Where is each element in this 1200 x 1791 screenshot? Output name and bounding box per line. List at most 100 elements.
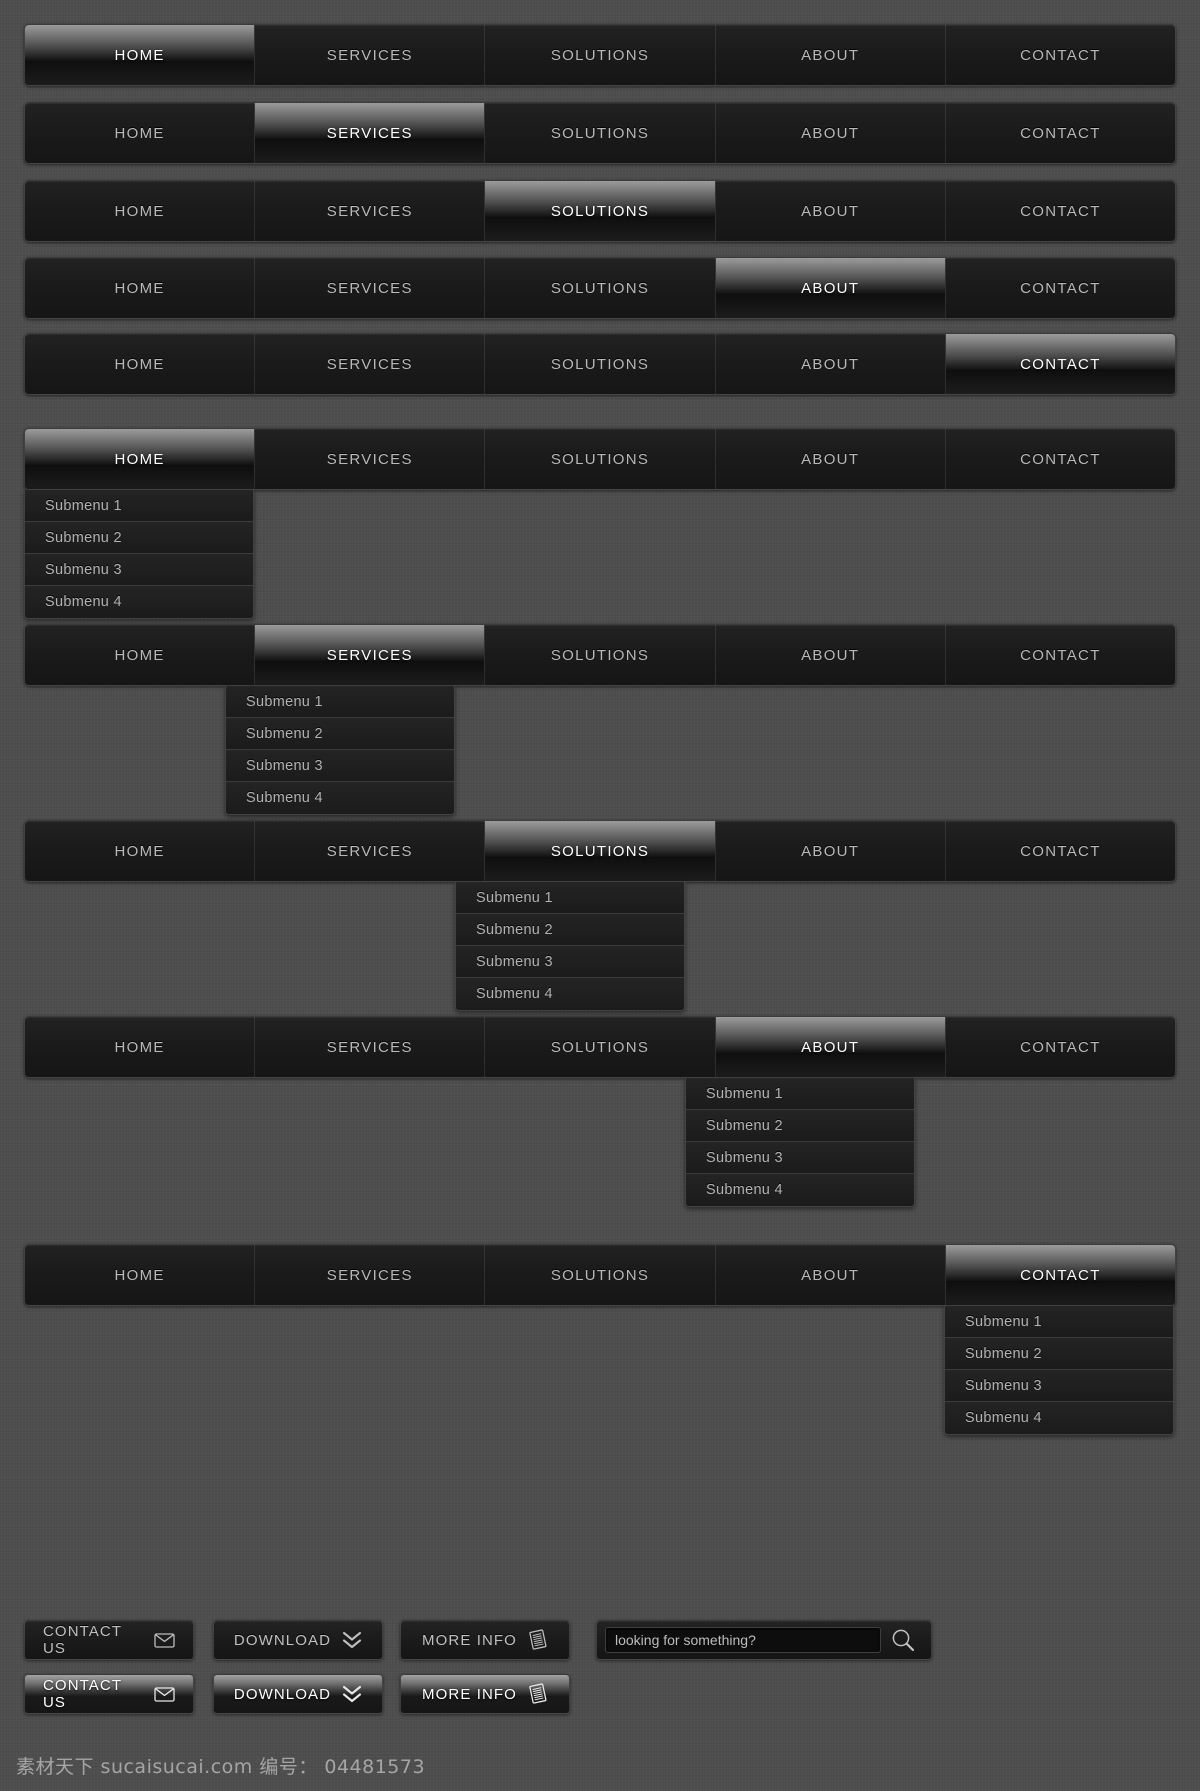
nav-item-home[interactable]: HOME xyxy=(25,25,256,85)
submenu-item[interactable]: Submenu 1 xyxy=(686,1078,914,1110)
contact-us-button[interactable]: CONTACT US xyxy=(24,1620,194,1660)
nav-item-home[interactable]: HOME xyxy=(25,103,256,163)
nav-item-solutions[interactable]: SOLUTIONS xyxy=(485,334,716,394)
nav-item-home[interactable]: HOME xyxy=(25,258,256,318)
nav-bar-row-2: HOME SERVICES SOLUTIONS ABOUT CONTACT xyxy=(24,102,1176,164)
download-button[interactable]: DOWNLOAD xyxy=(213,1620,383,1660)
nav-item-solutions[interactable]: SOLUTIONS xyxy=(485,25,716,85)
submenu-item[interactable]: Submenu 1 xyxy=(945,1306,1173,1338)
nav-item-about[interactable]: ABOUT xyxy=(716,181,946,241)
nav-item-contact[interactable]: CONTACT xyxy=(946,258,1175,318)
submenu-item[interactable]: Submenu 1 xyxy=(456,882,684,914)
nav-item-contact[interactable]: CONTACT xyxy=(946,103,1175,163)
submenu-item[interactable]: Submenu 2 xyxy=(456,914,684,946)
nav-item-solutions[interactable]: SOLUTIONS xyxy=(485,1245,716,1305)
submenu-item[interactable]: Submenu 2 xyxy=(226,718,454,750)
nav-item-label: CONTACT xyxy=(1020,124,1101,142)
nav-item-label: SERVICES xyxy=(326,124,413,142)
nav-item-services[interactable]: SERVICES xyxy=(255,429,486,489)
nav-item-services[interactable]: SERVICES xyxy=(255,625,486,685)
nav-item-home[interactable]: HOME xyxy=(25,1245,256,1305)
submenu-item[interactable]: Submenu 3 xyxy=(686,1142,914,1174)
submenu-item[interactable]: Submenu 2 xyxy=(25,522,253,554)
nav-item-contact[interactable]: CONTACT xyxy=(946,181,1175,241)
nav-item-contact[interactable]: CONTACT xyxy=(946,821,1175,881)
nav-item-services[interactable]: SERVICES xyxy=(255,25,486,85)
submenu-item[interactable]: Submenu 4 xyxy=(25,586,253,618)
nav-item-about[interactable]: ABOUT xyxy=(716,334,946,394)
nav-item-contact[interactable]: CONTACT xyxy=(946,625,1175,685)
navigation-bar: HOME SERVICES SOLUTIONS ABOUT CONTACT xyxy=(24,624,1176,686)
nav-item-services[interactable]: SERVICES xyxy=(255,1245,486,1305)
nav-item-solutions[interactable]: SOLUTIONS xyxy=(485,181,716,241)
submenu-item[interactable]: Submenu 3 xyxy=(945,1370,1173,1402)
nav-item-contact[interactable]: CONTACT xyxy=(946,429,1175,489)
search-button[interactable] xyxy=(881,1625,925,1655)
nav-item-services[interactable]: SERVICES xyxy=(255,258,486,318)
nav-item-home[interactable]: HOME xyxy=(25,821,256,881)
more-info-button-active[interactable]: MORE INFO xyxy=(400,1674,570,1714)
search-input[interactable] xyxy=(605,1627,881,1653)
envelope-icon xyxy=(154,1686,175,1702)
nav-item-services[interactable]: SERVICES xyxy=(255,334,486,394)
nav-item-home[interactable]: HOME xyxy=(25,1017,256,1077)
nav-item-solutions[interactable]: SOLUTIONS xyxy=(485,258,716,318)
nav-item-label: ABOUT xyxy=(801,202,860,220)
nav-item-solutions[interactable]: SOLUTIONS xyxy=(485,429,716,489)
nav-item-about[interactable]: ABOUT xyxy=(715,258,946,318)
nav-item-label: ABOUT xyxy=(801,450,860,468)
more-info-button[interactable]: MORE INFO xyxy=(400,1620,570,1660)
submenu-item[interactable]: Submenu 4 xyxy=(456,978,684,1010)
nav-item-services[interactable]: SERVICES xyxy=(255,103,486,163)
nav-item-home[interactable]: HOME xyxy=(25,181,256,241)
download-button-active[interactable]: DOWNLOAD xyxy=(213,1674,383,1714)
submenu-item[interactable]: Submenu 4 xyxy=(686,1174,914,1206)
nav-item-contact[interactable]: CONTACT xyxy=(946,25,1175,85)
nav-item-label: ABOUT xyxy=(801,279,860,297)
nav-item-contact[interactable]: CONTACT xyxy=(946,1017,1175,1077)
nav-item-about[interactable]: ABOUT xyxy=(716,625,946,685)
nav-item-label: CONTACT xyxy=(1020,355,1101,373)
submenu-item[interactable]: Submenu 1 xyxy=(25,490,253,522)
navigation-bar: HOME SERVICES SOLUTIONS ABOUT CONTACT xyxy=(24,257,1176,319)
submenu-item[interactable]: Submenu 1 xyxy=(226,686,454,718)
nav-item-solutions[interactable]: SOLUTIONS xyxy=(485,1017,716,1077)
nav-bar-row-5: HOME SERVICES SOLUTIONS ABOUT CONTACT xyxy=(24,333,1176,395)
nav-item-home[interactable]: HOME xyxy=(25,334,256,394)
navigation-bar: HOME SERVICES SOLUTIONS ABOUT CONTACT xyxy=(24,24,1176,86)
nav-item-about[interactable]: ABOUT xyxy=(716,1245,946,1305)
nav-item-label: HOME xyxy=(114,646,165,664)
submenu-item[interactable]: Submenu 3 xyxy=(456,946,684,978)
nav-item-services[interactable]: SERVICES xyxy=(255,181,486,241)
nav-item-label: CONTACT xyxy=(1020,450,1101,468)
submenu-services: Submenu 1 Submenu 2 Submenu 3 Submenu 4 xyxy=(225,686,455,815)
nav-item-contact[interactable]: CONTACT xyxy=(945,1245,1175,1305)
nav-item-solutions[interactable]: SOLUTIONS xyxy=(485,821,716,881)
contact-us-button-active[interactable]: CONTACT US xyxy=(24,1674,194,1714)
nav-item-services[interactable]: SERVICES xyxy=(255,821,486,881)
nav-item-about[interactable]: ABOUT xyxy=(715,1017,946,1077)
nav-bar-row-6: HOME SERVICES SOLUTIONS ABOUT CONTACT Su… xyxy=(24,428,1176,619)
nav-item-about[interactable]: ABOUT xyxy=(716,25,946,85)
nav-item-about[interactable]: ABOUT xyxy=(716,103,946,163)
nav-item-label: HOME xyxy=(114,124,165,142)
nav-item-home[interactable]: HOME xyxy=(25,429,256,489)
nav-bar-row-3: HOME SERVICES SOLUTIONS ABOUT CONTACT xyxy=(24,180,1176,242)
submenu-item[interactable]: Submenu 3 xyxy=(25,554,253,586)
nav-item-home[interactable]: HOME xyxy=(25,625,256,685)
nav-item-label: SOLUTIONS xyxy=(550,124,650,142)
nav-item-label: CONTACT xyxy=(1020,279,1101,297)
submenu-item[interactable]: Submenu 2 xyxy=(686,1110,914,1142)
nav-item-about[interactable]: ABOUT xyxy=(716,821,946,881)
submenu-item[interactable]: Submenu 2 xyxy=(945,1338,1173,1370)
nav-item-services[interactable]: SERVICES xyxy=(255,1017,486,1077)
submenu-home: Submenu 1 Submenu 2 Submenu 3 Submenu 4 xyxy=(24,490,254,619)
submenu-item[interactable]: Submenu 3 xyxy=(226,750,454,782)
nav-item-solutions[interactable]: SOLUTIONS xyxy=(485,103,716,163)
nav-item-solutions[interactable]: SOLUTIONS xyxy=(485,625,716,685)
submenu-item[interactable]: Submenu 4 xyxy=(945,1402,1173,1434)
nav-bar-row-4: HOME SERVICES SOLUTIONS ABOUT CONTACT xyxy=(24,257,1176,319)
nav-item-about[interactable]: ABOUT xyxy=(716,429,946,489)
nav-item-contact[interactable]: CONTACT xyxy=(945,334,1175,394)
submenu-item[interactable]: Submenu 4 xyxy=(226,782,454,814)
